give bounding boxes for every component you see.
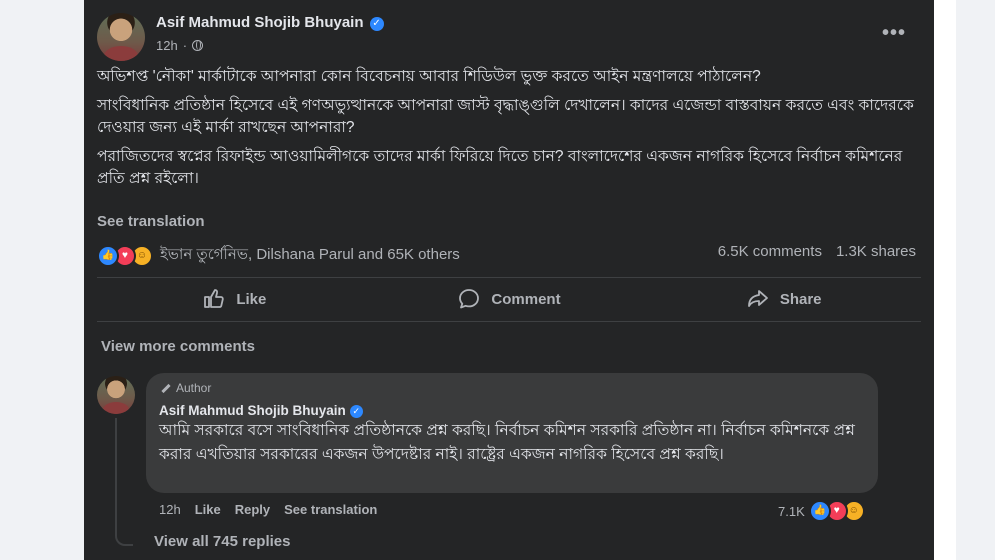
comments-count-link[interactable]: 6.5K comments: [718, 243, 822, 260]
verified-badge-icon: ✓: [369, 17, 384, 31]
globe-icon[interactable]: [192, 40, 204, 51]
page-background-right: [934, 0, 995, 560]
comment-author[interactable]: Asif Mahmud Shojib Bhuyain ✓: [159, 403, 363, 418]
page-background-left: [0, 0, 84, 560]
divider: [97, 321, 921, 322]
comment-reaction-count: 7.1K: [778, 503, 805, 519]
comment-label: Comment: [491, 290, 561, 308]
pencil-icon: [161, 383, 171, 393]
post-meta: 12h ·: [156, 38, 204, 53]
comment-author-name[interactable]: Asif Mahmud Shojib Bhuyain: [159, 403, 346, 418]
reaction-summary[interactable]: 👍 ♥ ☺ ইভান তুর্গেনিভ, Dilshana Parul and…: [97, 243, 460, 268]
post-author[interactable]: Asif Mahmud Shojib Bhuyain ✓: [156, 14, 384, 31]
avatar-shirt: [104, 45, 138, 61]
post-paragraph: সাংবিধানিক প্রতিষ্ঠান হিসেবে এই গণঅভ্যুত…: [97, 97, 914, 136]
like-reaction-icon: 👍: [97, 244, 119, 267]
page-gutter: [934, 0, 956, 560]
divider: [97, 277, 921, 278]
view-all-replies-link[interactable]: View all 745 replies: [154, 533, 290, 550]
author-avatar[interactable]: [97, 13, 145, 61]
like-button[interactable]: Like: [97, 282, 372, 316]
post-actions: Like Comment Share: [97, 282, 921, 316]
comment-time[interactable]: 12h: [159, 502, 181, 517]
comment-see-translation-link[interactable]: See translation: [284, 502, 377, 517]
share-label: Share: [779, 290, 822, 308]
like-reaction-icon: 👍: [808, 500, 831, 522]
share-arrow-icon: [747, 290, 768, 307]
comment-like-button[interactable]: Like: [195, 502, 221, 517]
post-card: Asif Mahmud Shojib Bhuyain ✓ 12h · ••• অভ…: [84, 0, 934, 560]
see-translation-link[interactable]: See translation: [97, 213, 205, 230]
comment-bubble: Author Asif Mahmud Shojib Bhuyain ✓ আমি স…: [146, 373, 878, 493]
comment-button[interactable]: Comment: [372, 282, 647, 316]
thumbs-up-icon: [204, 289, 225, 308]
more-options-icon[interactable]: •••: [882, 22, 906, 45]
author-badge-label: Author: [176, 381, 212, 395]
author-badge: Author: [161, 381, 211, 395]
like-label: Like: [236, 290, 267, 308]
reaction-names[interactable]: ইভান তুর্গেনিভ, Dilshana Parul and 65K o…: [160, 243, 460, 268]
avatar-shirt: [102, 401, 130, 414]
post-paragraph: অভিশপ্ত 'নৌকা' মার্কাটাকে আপনারা কোন বিব…: [97, 68, 761, 85]
post-time[interactable]: 12h: [156, 38, 178, 53]
comment-reply-button[interactable]: Reply: [235, 502, 270, 517]
post-author-name[interactable]: Asif Mahmud Shojib Bhuyain: [156, 14, 364, 31]
view-more-comments-link[interactable]: View more comments: [101, 338, 255, 355]
comment-reactions[interactable]: 7.1K 👍 ♥ ☺: [778, 500, 865, 522]
comment-text: আমি সরকারে বসে সাংবিধানিক প্রতিষ্ঠানকে প…: [159, 422, 855, 463]
share-button[interactable]: Share: [646, 282, 921, 316]
comment-meta: 12h Like Reply See translation: [159, 502, 377, 517]
comment-bubble-icon: [459, 289, 480, 309]
reply-thread-line: [115, 418, 133, 546]
meta-separator: ·: [182, 38, 188, 53]
shares-count-link[interactable]: 1.3K shares: [836, 243, 916, 260]
post-body: অভিশপ্ত 'নৌকা' মার্কাটাকে আপনারা কোন বিব…: [97, 66, 917, 197]
verified-badge-icon: ✓: [349, 405, 363, 418]
post-paragraph: পরাজিতদের স্বপ্নের রিফাইন্ড আওয়ামিলীগকে…: [97, 148, 903, 187]
engagement-counts: 6.5K comments 1.3K shares: [718, 243, 916, 260]
comment-author-avatar[interactable]: [97, 376, 135, 414]
